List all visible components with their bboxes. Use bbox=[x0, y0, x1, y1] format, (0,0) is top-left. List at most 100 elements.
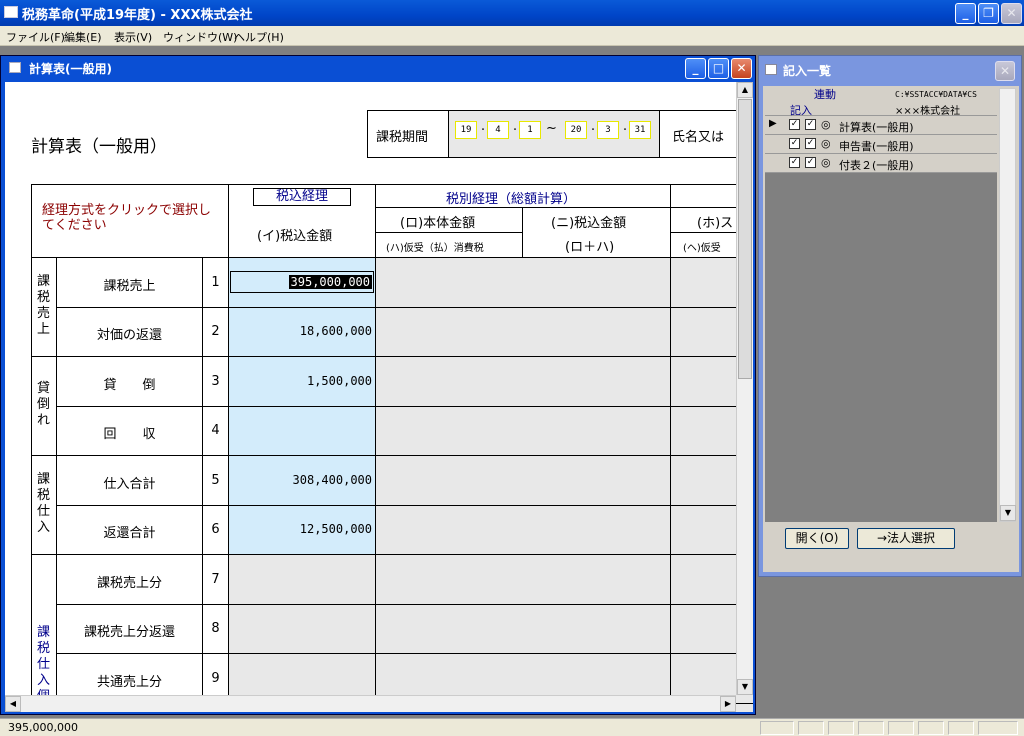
method-note: 経理方式をクリックで選択してください bbox=[42, 203, 212, 233]
list-item[interactable]: ✓ ✓ ◎ 申告書(一般用) bbox=[765, 135, 997, 154]
calc-vscroll[interactable]: ▲ ▼ bbox=[736, 82, 753, 695]
list-item[interactable]: ✓ ✓ ◎ 付表２(一般用) bbox=[765, 154, 997, 173]
row-label: 仕入合計 bbox=[103, 477, 156, 492]
period-sep: ~ bbox=[546, 121, 557, 136]
row-number: 2 bbox=[211, 324, 220, 339]
menu-edit[interactable]: 編集(E) bbox=[64, 29, 102, 45]
group-taxable-purchase-label: 課税仕入 bbox=[37, 472, 51, 535]
col-ni-cell: (ニ)税込金額 (ロ＋ハ) bbox=[522, 207, 671, 258]
corp-select-button[interactable]: →法人選択 bbox=[857, 528, 955, 549]
open-button[interactable]: 開く(O) bbox=[785, 528, 849, 549]
group-bad-debt: 貸倒れ bbox=[31, 356, 57, 456]
col-ro-cell: (ロ)本体金額 bbox=[375, 207, 523, 233]
row-excl-cell bbox=[375, 356, 671, 407]
scroll-thumb[interactable] bbox=[738, 99, 752, 379]
row-value[interactable]: 18,600,000 bbox=[300, 324, 372, 338]
menu-window[interactable]: ウィンドウ(W) bbox=[163, 29, 237, 45]
group-bad-debt-label: 貸倒れ bbox=[37, 381, 51, 428]
col-ha-cell: (ハ)仮受（払）消費税 bbox=[375, 232, 523, 258]
linked-checkbox[interactable]: ✓ bbox=[805, 138, 816, 149]
list-item[interactable]: ▶ ✓ ✓ ◎ 計算表(一般用) bbox=[765, 116, 997, 135]
entered-checkbox[interactable]: ✓ bbox=[789, 157, 800, 168]
row-label-cell: 課税売上分返還 bbox=[56, 604, 203, 654]
entered-checkbox[interactable]: ✓ bbox=[789, 138, 800, 149]
calc-window: 計算表(一般用) _ □ ✕ 計算表（一般用） 課税期間 19 ・ 4 ・ 1 … bbox=[0, 55, 756, 715]
row-label: 課税売上 bbox=[103, 279, 156, 294]
row-value-cell[interactable]: 18,600,000 bbox=[228, 307, 376, 357]
tax-incl-method-button[interactable]: 税込経理 bbox=[253, 188, 351, 206]
menu-view[interactable]: 表示(V) bbox=[114, 29, 152, 45]
scroll-up-icon[interactable]: ▲ bbox=[737, 82, 753, 98]
row-label-cell: 貸 倒 bbox=[56, 356, 203, 407]
calc-hscroll[interactable]: ◀ ▶ bbox=[5, 695, 736, 712]
calc-window-title: 計算表(一般用) bbox=[29, 62, 112, 76]
menu-file[interactable]: ファイル(F) bbox=[6, 29, 65, 45]
col-ho-label: (ホ)ス bbox=[697, 216, 734, 231]
row-value-cell[interactable]: 308,400,000 bbox=[228, 455, 376, 506]
row-number-cell: 5 bbox=[202, 455, 229, 506]
row-label: 対価の返還 bbox=[96, 328, 162, 343]
row-number: 5 bbox=[211, 473, 220, 488]
calc-close-button[interactable]: ✕ bbox=[731, 58, 752, 79]
row-number: 1 bbox=[211, 275, 220, 290]
row-number: 6 bbox=[211, 522, 220, 537]
row-number-cell: 7 bbox=[202, 554, 229, 605]
col-linked: 連動 bbox=[814, 88, 836, 101]
scroll-right-icon[interactable]: ▶ bbox=[720, 696, 736, 712]
period-to-year[interactable]: 20 bbox=[565, 121, 587, 139]
status-bar: 395,000,000 bbox=[0, 718, 1024, 736]
row-label: 共通売上分 bbox=[96, 675, 162, 690]
row-value[interactable]: 12,500,000 bbox=[300, 522, 372, 536]
entry-list: 記入済 連動 C:¥SSTACC¥DATA¥CS ×××株式会社 ▶ ✓ ✓ ◎ … bbox=[765, 88, 997, 522]
app-icon bbox=[4, 6, 18, 18]
list-item-label: 付表２(一般用) bbox=[839, 159, 914, 172]
row-value-cell[interactable]: 12,500,000 bbox=[228, 505, 376, 555]
row-number-cell: 6 bbox=[202, 505, 229, 555]
row-label-cell: 回 収 bbox=[56, 406, 203, 456]
menu-help[interactable]: ヘルプ(H) bbox=[234, 29, 284, 45]
period-from-year[interactable]: 19 bbox=[455, 121, 477, 139]
entered-checkbox[interactable]: ✓ bbox=[789, 119, 800, 130]
scroll-down-icon[interactable]: ▼ bbox=[737, 679, 753, 695]
minimize-button[interactable]: _ bbox=[955, 3, 976, 24]
period-to-month[interactable]: 3 bbox=[597, 121, 619, 139]
row-value-cell[interactable]: 1,500,000 bbox=[228, 356, 376, 407]
list-item-label: 計算表(一般用) bbox=[839, 121, 914, 134]
calc-maximize-button[interactable]: □ bbox=[708, 58, 729, 79]
row-number: 3 bbox=[211, 374, 220, 389]
restore-button[interactable]: ❐ bbox=[978, 3, 999, 24]
row-value-cell[interactable] bbox=[228, 554, 376, 605]
form-status-icon: ◎ bbox=[821, 156, 831, 169]
list-close-button[interactable]: ✕ bbox=[995, 61, 1015, 81]
row-value-cell[interactable] bbox=[228, 604, 376, 654]
close-button[interactable]: ✕ bbox=[1001, 3, 1022, 24]
row-value[interactable]: 1,500,000 bbox=[307, 374, 372, 388]
period-to-day[interactable]: 31 bbox=[629, 121, 651, 139]
row-excl-cell bbox=[375, 257, 671, 308]
period-from-month[interactable]: 4 bbox=[487, 121, 509, 139]
form-heading: 計算表（一般用） bbox=[31, 137, 167, 157]
calc-minimize-button[interactable]: _ bbox=[685, 58, 706, 79]
col-ni-label: (ニ)税込金額 bbox=[551, 216, 627, 231]
row-number-cell: 4 bbox=[202, 406, 229, 456]
row-value-cell[interactable] bbox=[228, 406, 376, 456]
linked-checkbox[interactable]: ✓ bbox=[805, 157, 816, 168]
row-excl-cell bbox=[375, 455, 671, 506]
row-label-cell: 課税売上 bbox=[56, 257, 203, 308]
row-excl-cell bbox=[375, 307, 671, 357]
linked-checkbox[interactable]: ✓ bbox=[805, 119, 816, 130]
row-number: 7 bbox=[211, 572, 220, 587]
row-label: 課税売上分 bbox=[96, 576, 162, 591]
group-individual: 課税仕入個別対 bbox=[31, 554, 57, 712]
row-excl-cell bbox=[375, 604, 671, 654]
list-scroll-down-icon[interactable]: ▼ bbox=[1000, 505, 1016, 521]
scroll-left-icon[interactable]: ◀ bbox=[5, 696, 21, 712]
list-item-label: 申告書(一般用) bbox=[839, 140, 914, 153]
list-vscroll[interactable]: ▼ bbox=[999, 88, 1016, 522]
period-from-day[interactable]: 1 bbox=[519, 121, 541, 139]
app-title: 税務革命(平成19年度) - XXX株式会社 bbox=[22, 8, 253, 23]
tax-excl-method-button[interactable]: 税別経理（総額計算） bbox=[446, 188, 576, 207]
row-excl-cell bbox=[375, 554, 671, 605]
row-value[interactable]: 308,400,000 bbox=[293, 473, 372, 487]
row-number-cell: 1 bbox=[202, 257, 229, 308]
